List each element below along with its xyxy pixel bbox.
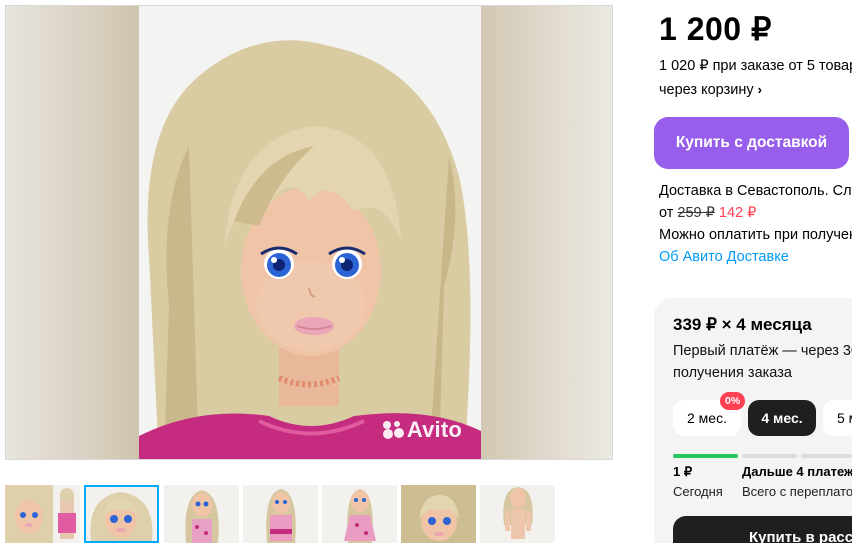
delivery-new-price: 142 ₽ bbox=[718, 205, 757, 221]
thumbnail-5[interactable] bbox=[322, 485, 397, 543]
installment-desc-line1: Первый платёж — через 30 дней после bbox=[673, 343, 852, 359]
price: 1 200 ₽ bbox=[659, 11, 772, 47]
thumbnail-4[interactable] bbox=[243, 485, 318, 543]
thumbnail-7[interactable] bbox=[480, 485, 555, 543]
schedule-today-amount: 1 ₽ bbox=[673, 464, 693, 479]
term-option-4[interactable]: 4 мес. bbox=[748, 400, 816, 436]
pay-on-receipt-text: Можно оплатить при получении bbox=[659, 227, 852, 243]
delivery-old-price: 259 ₽ bbox=[677, 205, 715, 221]
photo-blur-right bbox=[479, 6, 612, 459]
bulk-price-text: 1 020 ₽ при заказе от 5 товаров bbox=[659, 58, 852, 74]
avito-delivery-link[interactable]: Об Авито Доставке bbox=[659, 246, 852, 268]
purchase-panel: 1 200 ₽ 1 020 ₽ при заказе от 5 товаров … bbox=[654, 0, 852, 543]
cart-link[interactable]: через корзину › bbox=[659, 78, 852, 102]
bulk-price-info[interactable]: 1 020 ₽ при заказе от 5 товаров через ко… bbox=[659, 55, 852, 102]
progress-segment-3 bbox=[801, 454, 852, 458]
installment-desc-line2: получения заказа bbox=[673, 365, 792, 381]
delivery-location: Доставка в Севастополь. Служба доставки bbox=[659, 183, 852, 199]
watermark-text: Avito bbox=[406, 417, 462, 442]
schedule-today-label: Сегодня bbox=[673, 484, 723, 499]
avito-watermark: Avito bbox=[381, 417, 462, 445]
thumbnail-strip bbox=[5, 485, 565, 543]
delivery-from-label: от bbox=[659, 205, 674, 221]
thumbnail-6[interactable] bbox=[401, 485, 476, 543]
progress-paid bbox=[673, 454, 738, 458]
schedule-next-amount: Дальше 4 платежа bbox=[742, 464, 852, 479]
buy-with-delivery-button[interactable]: Купить с доставкой bbox=[654, 117, 849, 169]
delivery-info: Доставка в Севастополь. Служба доставки … bbox=[659, 180, 852, 268]
thumbnail-1[interactable] bbox=[5, 485, 80, 543]
progress-segment-2 bbox=[742, 454, 797, 458]
chevron-right-icon: › bbox=[757, 82, 762, 97]
schedule-next-label: Всего с переплатой bbox=[742, 484, 852, 499]
main-photo[interactable] bbox=[139, 6, 481, 459]
installment-title: 339 ₽ × 4 месяца bbox=[673, 315, 812, 334]
term-option-5[interactable]: 5 мес. bbox=[823, 400, 852, 436]
thumbnail-3[interactable] bbox=[164, 485, 239, 543]
cart-link-label: через корзину bbox=[659, 82, 754, 98]
photo-blur-left bbox=[6, 6, 139, 459]
thumbnail-2[interactable] bbox=[84, 485, 159, 543]
avito-logo-icon bbox=[381, 419, 405, 445]
installment-card: 339 ₽ × 4 месяца Первый платёж — через 3… bbox=[654, 298, 852, 543]
doll-photo-image bbox=[139, 6, 481, 459]
delivery-price: от 259 ₽ 142 ₽ bbox=[659, 202, 852, 224]
zero-percent-badge: 0% bbox=[720, 392, 746, 410]
buy-installments-button[interactable]: Купить в рассрочку bbox=[673, 516, 852, 543]
main-photo-gallery[interactable]: Avito bbox=[5, 5, 613, 460]
installment-description: Первый платёж — через 30 дней после полу… bbox=[673, 340, 852, 384]
